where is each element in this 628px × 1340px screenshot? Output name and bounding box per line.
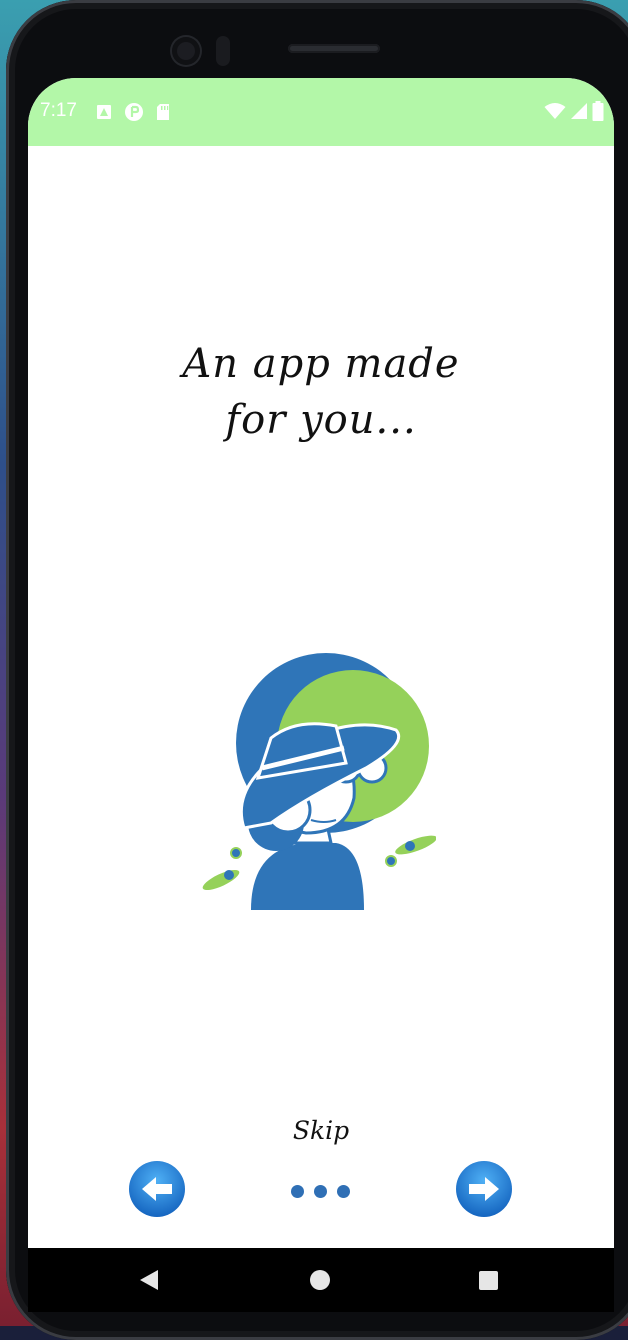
page-dot — [291, 1185, 304, 1198]
page-dot — [314, 1185, 327, 1198]
signal-icon — [570, 102, 588, 124]
app-screen: 7:17 An app made for you... Skip — [28, 78, 614, 1248]
brand-icon — [124, 102, 144, 126]
headline-line-2: for you... — [225, 397, 417, 443]
page-dot — [337, 1185, 350, 1198]
headline-line-1: An app made — [182, 341, 460, 387]
recents-icon[interactable] — [479, 1271, 498, 1290]
front-camera — [172, 37, 200, 65]
next-button[interactable] — [455, 1160, 513, 1218]
home-icon[interactable] — [310, 1270, 330, 1290]
person-with-hat-illustration — [196, 648, 437, 918]
previous-button[interactable] — [128, 1160, 186, 1218]
battery-icon — [592, 101, 604, 125]
arrow-right-icon — [456, 1161, 512, 1217]
system-navigation-bar — [28, 1248, 614, 1312]
page-indicator — [291, 1185, 350, 1198]
proximity-sensor — [216, 36, 230, 66]
status-time: 7:17 — [40, 100, 77, 121]
onboarding-headline: An app made for you... — [28, 336, 614, 448]
sd-card-icon — [156, 103, 170, 125]
earpiece-speaker — [288, 44, 380, 53]
skip-button[interactable]: Skip — [28, 1116, 614, 1145]
app-icon — [96, 104, 112, 124]
wifi-icon — [544, 102, 566, 124]
status-bar: 7:17 — [28, 78, 614, 146]
arrow-left-icon — [129, 1161, 185, 1217]
back-icon[interactable] — [140, 1270, 158, 1290]
notification-icons — [96, 102, 170, 126]
system-status-icons — [544, 101, 604, 125]
